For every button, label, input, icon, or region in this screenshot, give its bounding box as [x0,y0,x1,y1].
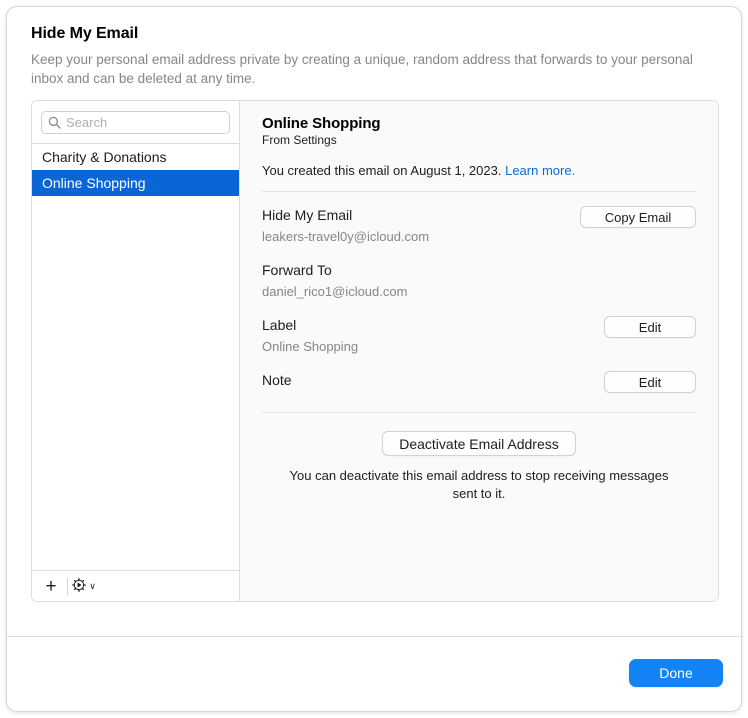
field-row-hide-my-email: Hide My Email leakers-travel0y@icloud.co… [262,206,696,245]
hide-my-email-sheet: Hide My Email Keep your personal email a… [6,6,742,712]
email-list: Charity & Donations Online Shopping [32,143,239,570]
field-label: Forward To [262,261,407,279]
search-container [32,101,239,143]
deactivate-email-button[interactable]: Deactivate Email Address [382,431,576,456]
detail-pane: Online Shopping From Settings You create… [240,101,718,601]
sidebar: Charity & Donations Online Shopping + [32,101,240,601]
field-value: leakers-travel0y@icloud.com [262,229,429,245]
field-row-forward-to: Forward To daniel_rico1@icloud.com [262,261,696,300]
list-item-charity-and-donations[interactable]: Charity & Donations [32,144,239,170]
sheet-header: Hide My Email Keep your personal email a… [7,7,741,88]
list-item-online-shopping[interactable]: Online Shopping [32,170,239,196]
sidebar-toolbar: + [32,570,239,601]
field-text-group: Label Online Shopping [262,316,358,355]
created-info: You created this email on August 1, 2023… [262,163,696,178]
search-input[interactable] [66,115,223,130]
gear-icon [72,578,86,595]
field-row-label: Label Online Shopping Edit [262,316,696,355]
learn-more-link[interactable]: Learn more. [505,163,575,178]
chevron-down-icon: ∨ [89,582,96,591]
page-title: Hide My Email [31,25,717,43]
field-text-group: Note [262,371,292,389]
field-value: daniel_rico1@icloud.com [262,284,407,300]
field-value: Online Shopping [262,339,358,355]
field-label: Note [262,371,292,389]
created-text: You created this email on August 1, 2023… [262,163,501,178]
search-field[interactable] [41,111,230,134]
copy-email-button[interactable]: Copy Email [580,206,696,228]
plus-icon: + [45,577,56,596]
footer: Done [7,637,741,712]
field-text-group: Forward To daniel_rico1@icloud.com [262,261,407,300]
actions-menu-button[interactable]: ∨ [69,573,99,599]
edit-note-button[interactable]: Edit [604,371,696,393]
field-row-note: Note Edit [262,371,696,393]
add-button[interactable]: + [36,573,66,599]
page-description: Keep your personal email address private… [31,50,703,88]
search-icon [48,116,61,129]
divider-bottom [262,412,696,413]
split-panel: Charity & Donations Online Shopping + [31,100,719,602]
divider-top [262,191,696,192]
deactivate-section: Deactivate Email Address You can deactiv… [262,431,696,503]
done-button[interactable]: Done [629,659,723,687]
detail-title: Online Shopping [262,115,696,132]
toolbar-divider [67,578,68,595]
edit-label-button[interactable]: Edit [604,316,696,338]
field-text-group: Hide My Email leakers-travel0y@icloud.co… [262,206,429,245]
field-label: Hide My Email [262,206,429,224]
list-item-label: Charity & Donations [42,149,167,165]
detail-source: From Settings [262,133,696,147]
list-item-label: Online Shopping [42,175,146,191]
deactivate-note: You can deactivate this email address to… [279,467,679,503]
field-label: Label [262,316,358,334]
